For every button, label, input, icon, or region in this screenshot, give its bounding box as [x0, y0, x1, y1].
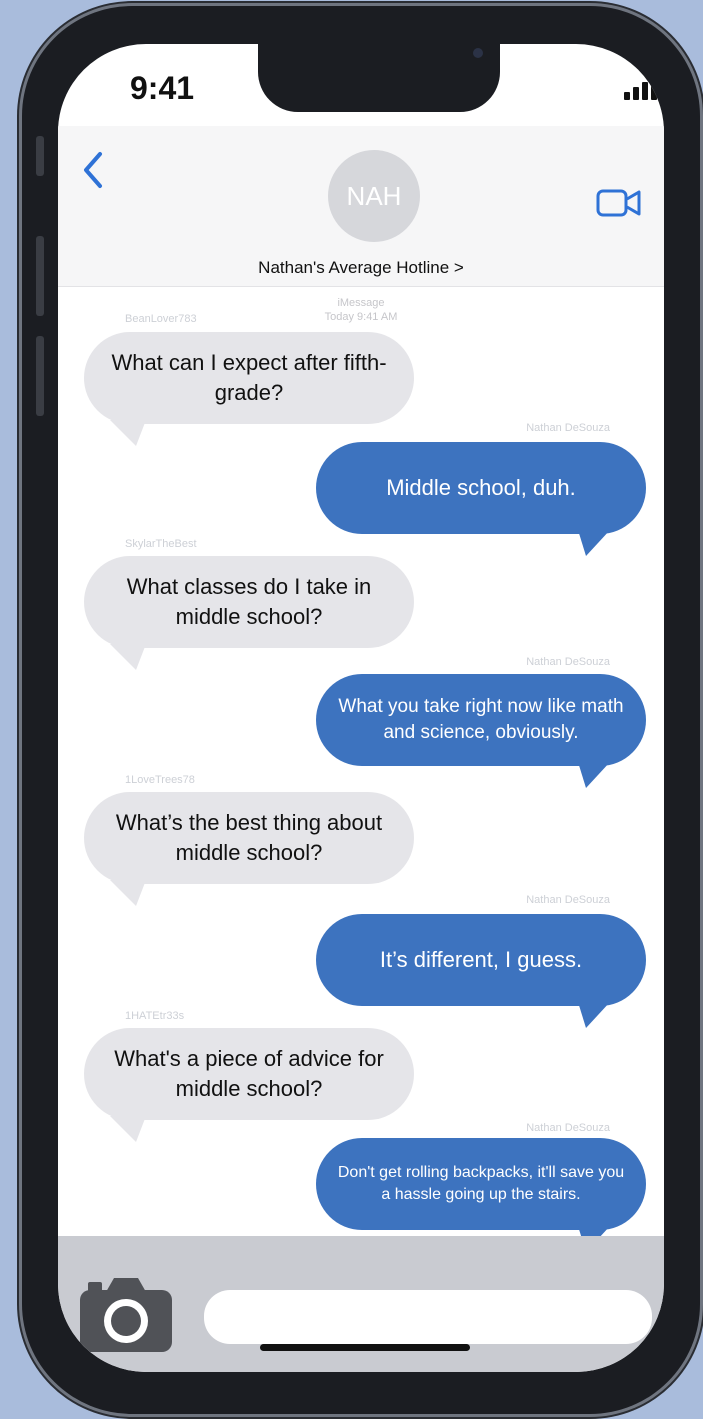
- contact-name[interactable]: Nathan's Average Hotline >: [58, 258, 664, 278]
- video-camera-icon[interactable]: [596, 188, 642, 218]
- camera-icon[interactable]: [78, 1274, 174, 1354]
- bubble-tail: [110, 880, 146, 906]
- bubble-tail: [578, 762, 610, 788]
- avatar[interactable]: NAH: [328, 150, 420, 242]
- outgoing-message[interactable]: Middle school, duh.: [316, 442, 646, 534]
- phone-screen: 9:41 NAH Nathan's Average Hotline > iMes…: [58, 44, 664, 1372]
- incoming-message[interactable]: What's a piece of advice for middle scho…: [84, 1028, 414, 1120]
- bubble-tail: [578, 530, 610, 556]
- message-sender: Nathan DeSouza: [526, 656, 610, 668]
- message-sender: 1HATEtr33s: [125, 1010, 185, 1022]
- volume-down-button: [36, 336, 44, 416]
- status-time: 9:41: [130, 70, 195, 106]
- incoming-message[interactable]: What can I expect after fifth-grade?: [84, 332, 414, 424]
- bubble-tail: [578, 1002, 610, 1028]
- message-sender: Nathan DeSouza: [526, 894, 610, 906]
- service-label: iMessage: [337, 297, 385, 309]
- outgoing-message[interactable]: Don't get rolling backpacks, it'll save …: [316, 1138, 646, 1230]
- bubble-tail: [110, 644, 146, 670]
- incoming-message[interactable]: What classes do I take in middle school?: [84, 556, 414, 648]
- mute-switch: [36, 136, 44, 176]
- compose-bar: [58, 1236, 664, 1372]
- bubble-tail: [110, 1116, 146, 1142]
- signal-icon: [624, 76, 658, 100]
- notch: [258, 44, 500, 112]
- message-sender: Nathan DeSouza: [526, 422, 610, 434]
- incoming-message[interactable]: What’s the best thing about middle schoo…: [84, 792, 414, 884]
- message-sender: BeanLover783: [125, 313, 197, 325]
- volume-up-button: [36, 236, 44, 316]
- message-sender: SkylarTheBest: [125, 538, 197, 550]
- home-indicator[interactable]: [260, 1344, 470, 1351]
- message-input[interactable]: [204, 1290, 652, 1344]
- outgoing-message[interactable]: It’s different, I guess.: [316, 914, 646, 1006]
- chevron-left-icon[interactable]: [80, 150, 104, 190]
- message-sender: 1LoveTrees78: [125, 774, 195, 786]
- conversation-header: NAH Nathan's Average Hotline >: [58, 126, 664, 287]
- front-camera: [473, 48, 483, 58]
- outgoing-message[interactable]: What you take right now like math and sc…: [316, 674, 646, 766]
- message-sender: Nathan DeSouza: [526, 1122, 610, 1134]
- bubble-tail: [110, 420, 146, 446]
